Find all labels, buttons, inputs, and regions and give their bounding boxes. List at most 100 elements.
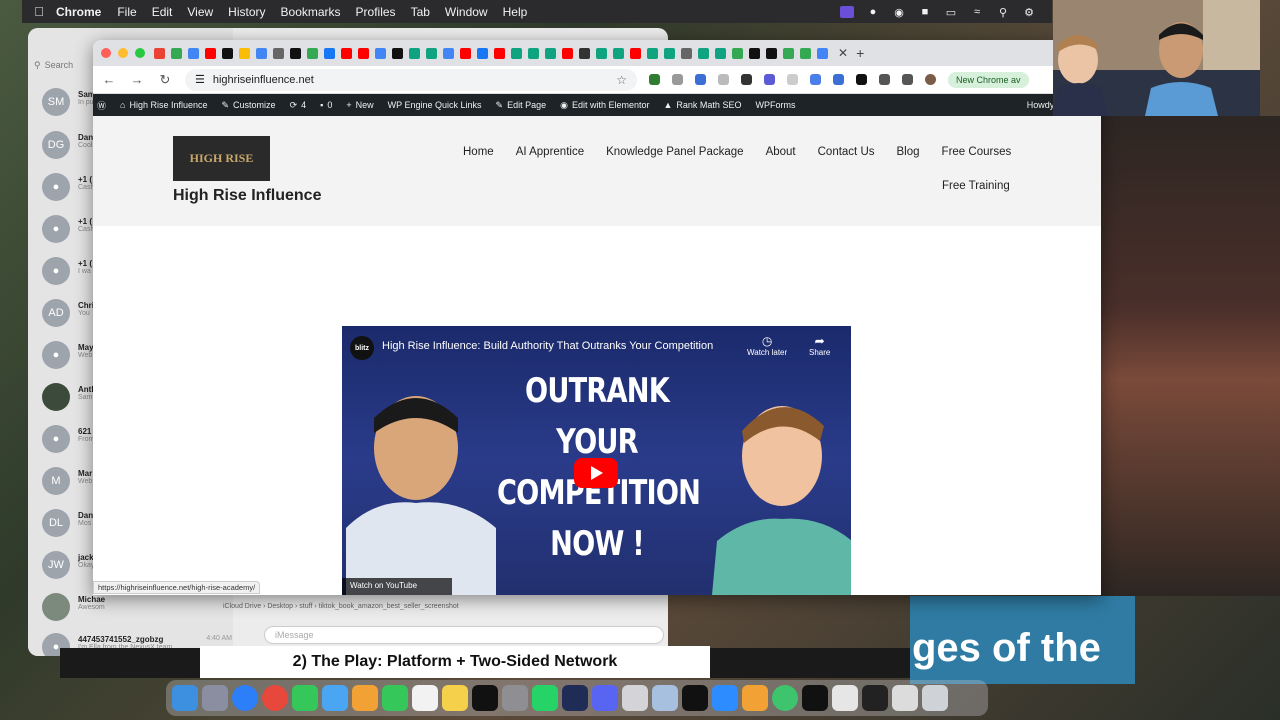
path-item[interactable]: stuff [299, 603, 312, 610]
tab-favicon[interactable] [273, 47, 284, 59]
channel-avatar[interactable]: blitz [350, 336, 374, 360]
x-app-icon[interactable] [802, 685, 828, 711]
path-item[interactable]: iCloud Drive [223, 603, 261, 610]
menu-bookmarks[interactable]: Bookmarks [281, 5, 341, 19]
extension-icon[interactable] [741, 74, 752, 85]
play-button-icon[interactable] [574, 458, 618, 488]
reminders-icon[interactable] [412, 685, 438, 711]
messages-icon[interactable] [292, 685, 318, 711]
app-status-icon[interactable]: ● [866, 6, 880, 18]
maps-icon[interactable] [322, 685, 348, 711]
tab-favicon[interactable] [783, 47, 794, 59]
menu-help[interactable]: Help [503, 5, 528, 19]
discord-icon[interactable] [592, 685, 618, 711]
extensions-puzzle-icon[interactable] [879, 74, 890, 85]
tab-favicon[interactable] [154, 47, 165, 59]
tab-favicon[interactable] [358, 47, 369, 59]
video-title[interactable]: High Rise Influence: Build Authority Tha… [382, 340, 713, 352]
rank-math-link[interactable]: ▲ Rank Math SEO [664, 100, 742, 110]
tab-favicon[interactable] [324, 47, 335, 59]
facetime-icon[interactable] [382, 685, 408, 711]
share-button[interactable]: ➦ Share [809, 334, 830, 357]
bookmark-star-icon[interactable]: ☆ [616, 73, 627, 87]
chrome-icon[interactable] [262, 685, 288, 711]
safari-icon[interactable] [232, 685, 258, 711]
url-input[interactable]: ☰ highriseinfluence.net ☆ [185, 68, 637, 91]
extension-icon[interactable] [810, 74, 821, 85]
tab-favicon[interactable] [681, 47, 692, 59]
apple-tv-icon[interactable] [472, 685, 498, 711]
watch-on-youtube-button[interactable]: Watch on YouTube [342, 578, 452, 595]
nav-free-training[interactable]: Free Training [942, 180, 1010, 192]
launchpad-icon[interactable] [202, 685, 228, 711]
tab-favicon[interactable] [579, 47, 590, 59]
control-center-icon[interactable]: ⚙ [1022, 6, 1036, 19]
minimize-window-icon[interactable] [118, 48, 128, 58]
lock-icon[interactable]: ■ [918, 6, 932, 18]
terminal-icon[interactable] [682, 685, 708, 711]
tab-favicon[interactable] [562, 47, 573, 59]
terminal-window-icon[interactable] [862, 685, 888, 711]
menu-history[interactable]: History [228, 5, 265, 19]
imessage-input[interactable]: iMessage [264, 626, 664, 644]
trash-icon[interactable] [922, 685, 948, 711]
tab-favicon[interactable] [596, 47, 607, 59]
window-icon[interactable] [892, 685, 918, 711]
wordpress-logo-icon[interactable]: Ⓦ [97, 99, 106, 112]
tab-favicon[interactable] [392, 47, 403, 59]
notes-icon[interactable] [442, 685, 468, 711]
menu-profiles[interactable]: Profiles [356, 5, 396, 19]
close-tab-icon[interactable]: ✕ [838, 46, 848, 60]
path-item[interactable]: tiktok_book_amazon_best_seller_screensho… [319, 603, 459, 610]
conversation-item[interactable]: Michae Awesom [42, 593, 232, 633]
nav-contact-us[interactable]: Contact Us [818, 146, 875, 158]
tab-favicon[interactable] [732, 47, 743, 59]
preview-icon[interactable] [652, 685, 678, 711]
extension-icon[interactable] [764, 74, 775, 85]
nav-ai-apprentice[interactable]: AI Apprentice [516, 146, 584, 158]
extension-icon[interactable] [856, 74, 867, 85]
tab-favicon[interactable] [817, 47, 828, 59]
tab-favicon[interactable] [256, 47, 267, 59]
tab-favicon[interactable] [239, 47, 250, 59]
nav-home[interactable]: Home [463, 146, 494, 158]
close-window-icon[interactable] [101, 48, 111, 58]
tab-favicon[interactable] [511, 47, 522, 59]
wifi-icon[interactable]: ≈ [970, 6, 984, 18]
tab-favicon[interactable] [188, 47, 199, 59]
menu-view[interactable]: View [187, 5, 213, 19]
tab-favicon[interactable] [171, 47, 182, 59]
tab-favicon[interactable] [613, 47, 624, 59]
menu-app-name[interactable]: Chrome [56, 5, 101, 19]
forward-icon[interactable]: → [129, 72, 145, 87]
tab-favicon[interactable] [443, 47, 454, 59]
tab-favicon[interactable] [545, 47, 556, 59]
tab-favicon[interactable] [630, 47, 641, 59]
app-icon[interactable] [622, 685, 648, 711]
back-icon[interactable]: ← [101, 72, 117, 87]
reload-icon[interactable]: ↻ [157, 72, 173, 88]
elementor-link[interactable]: ◉ Edit with Elementor [560, 100, 649, 111]
whatsapp-icon[interactable] [532, 685, 558, 711]
updates-link[interactable]: ⟳ 4 [290, 100, 307, 111]
wpforms-link[interactable]: WPForms [755, 100, 795, 110]
menu-window[interactable]: Window [445, 5, 488, 19]
nav-knowledge-panel-package[interactable]: Knowledge Panel Package [606, 146, 743, 158]
chrome-canary-icon[interactable] [772, 685, 798, 711]
customize-link[interactable]: ✎ Customize [222, 100, 276, 111]
pencil-app-icon[interactable] [742, 685, 768, 711]
site-logo[interactable]: HIGH RISE [173, 136, 270, 181]
extension-icon[interactable] [649, 74, 660, 85]
new-tab-icon[interactable]: + [856, 45, 864, 61]
edit-page-link[interactable]: ✎ Edit Page [496, 100, 547, 111]
extension-icon[interactable] [672, 74, 683, 85]
tab-favicon[interactable] [341, 47, 352, 59]
profile-avatar[interactable] [925, 74, 936, 85]
tab-favicon[interactable] [647, 47, 658, 59]
nav-about[interactable]: About [766, 146, 796, 158]
tab-favicon[interactable] [715, 47, 726, 59]
tab-favicon[interactable] [749, 47, 760, 59]
wp-engine-link[interactable]: WP Engine Quick Links [388, 100, 482, 110]
site-title[interactable]: High Rise Influence [173, 187, 321, 205]
tab-favicon[interactable] [477, 47, 488, 59]
